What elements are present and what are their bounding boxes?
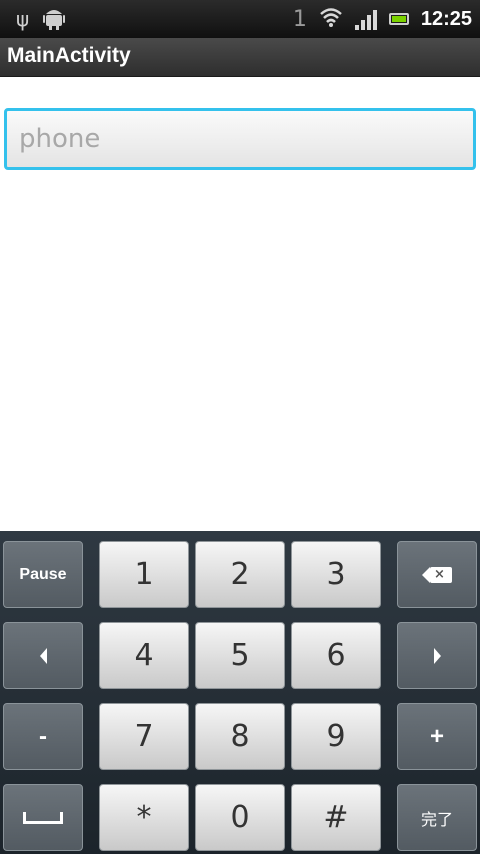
backspace-key[interactable]: × (397, 541, 477, 608)
arrow-right-icon (433, 647, 441, 664)
done-key[interactable]: 完了 (397, 784, 477, 851)
page-title: MainActivity (7, 44, 131, 67)
key-1[interactable]: 1 (99, 541, 189, 608)
notification-count: 1 (292, 6, 307, 32)
key-6[interactable]: 6 (291, 622, 381, 689)
space-key[interactable] (3, 784, 83, 851)
backspace-icon: × (422, 566, 452, 583)
phone-input[interactable] (4, 108, 476, 170)
pause-key[interactable]: Pause (3, 541, 83, 608)
key-5[interactable]: 5 (195, 622, 285, 689)
key-3[interactable]: 3 (291, 541, 381, 608)
cursor-left-key[interactable] (3, 622, 83, 689)
status-clock: 12:25 (420, 7, 472, 30)
title-bar: MainActivity (0, 38, 480, 77)
cursor-right-key[interactable] (397, 622, 477, 689)
battery-icon (388, 13, 409, 25)
key-4[interactable]: 4 (99, 622, 189, 689)
signal-icon (354, 8, 377, 30)
key-8[interactable]: 8 (195, 703, 285, 770)
numeric-keyboard: Pause 1 2 3 × 4 5 6 - 7 8 9 + * 0 # 完了 (0, 531, 480, 854)
wifi-icon (319, 6, 343, 32)
arrow-left-icon (39, 647, 47, 664)
key-0[interactable]: 0 (195, 784, 285, 851)
minus-key[interactable]: - (3, 703, 83, 770)
usb-icon: ψ (16, 7, 30, 31)
key-7[interactable]: 7 (99, 703, 189, 770)
key-9[interactable]: 9 (291, 703, 381, 770)
space-icon (23, 811, 63, 824)
key-2[interactable]: 2 (195, 541, 285, 608)
status-bar: ψ 1 12:25 (0, 0, 480, 38)
android-icon (43, 6, 66, 36)
key-hash[interactable]: # (291, 784, 381, 851)
key-star[interactable]: * (99, 784, 189, 851)
plus-key[interactable]: + (397, 703, 477, 770)
